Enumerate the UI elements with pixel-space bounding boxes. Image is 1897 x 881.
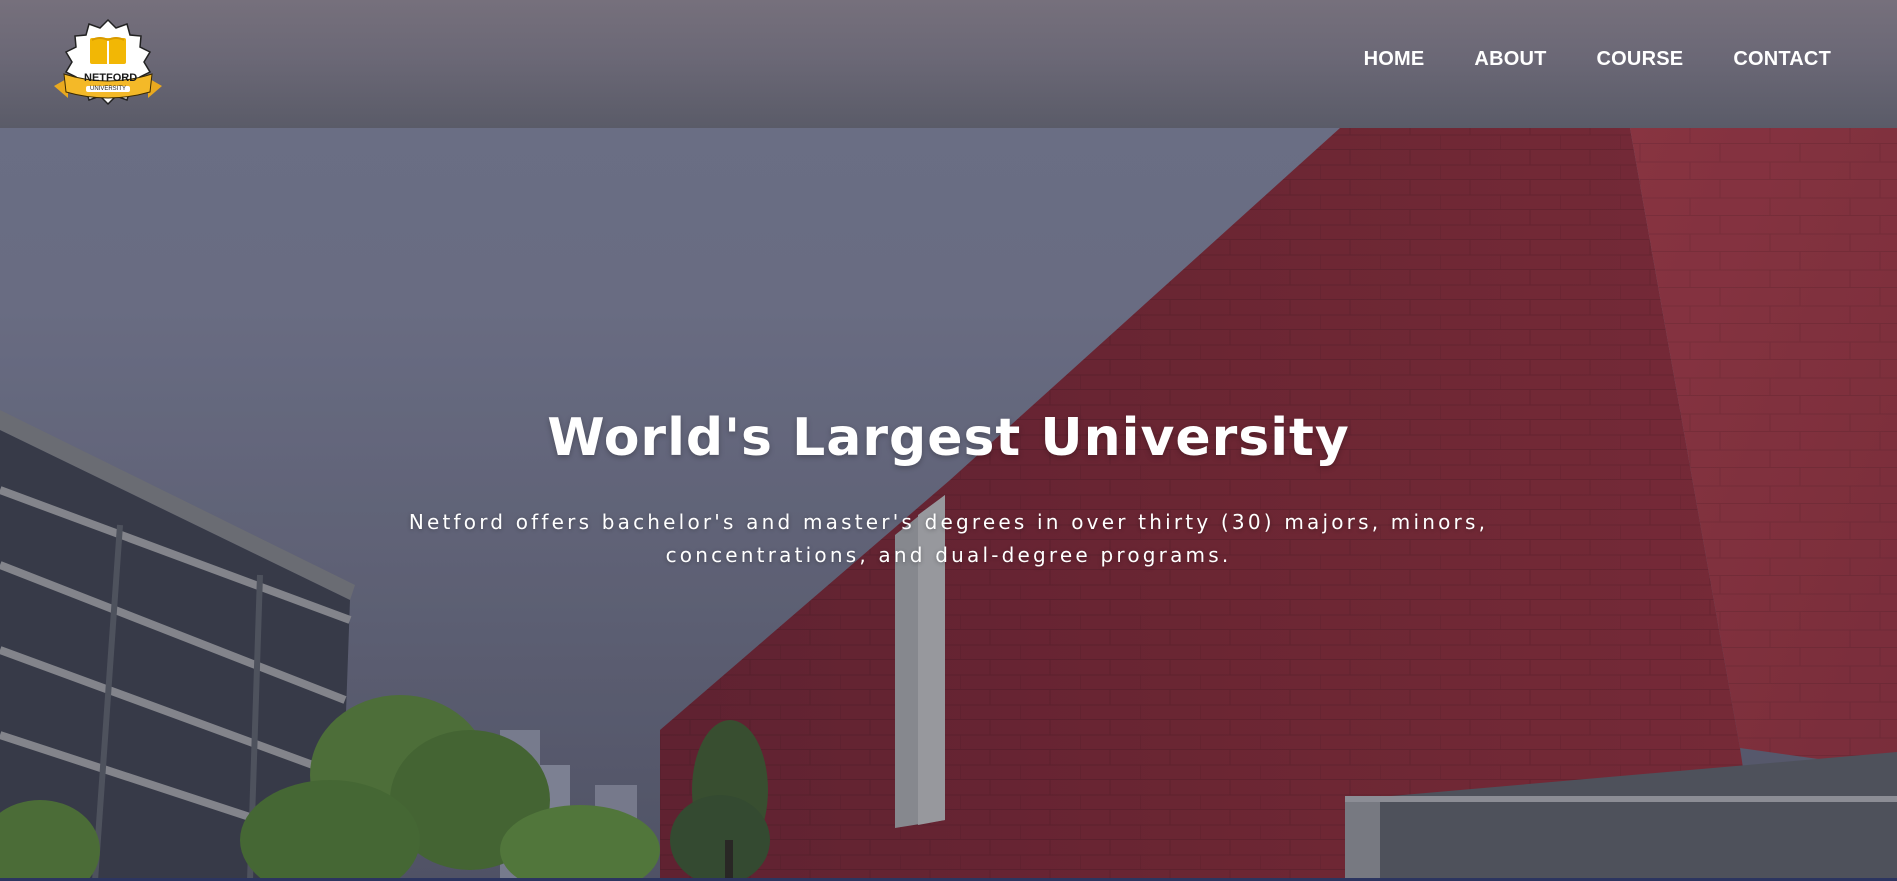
hero-title: World's Largest University [547, 408, 1350, 468]
nav-about-link[interactable]: ABOUT [1474, 48, 1546, 71]
netford-logo[interactable]: NETFORD UNIVERSITY [46, 18, 170, 110]
nav-contact-link[interactable]: CONTACT [1733, 48, 1831, 71]
main-nav: HOME ABOUT COURSE CONTACT [1364, 48, 1831, 71]
nav-home-link[interactable]: HOME [1364, 48, 1425, 71]
book-badge-icon [54, 18, 162, 106]
logo-name: NETFORD [84, 72, 138, 84]
logo-subtitle: UNIVERSITY [86, 86, 130, 92]
nav-course-link[interactable]: COURSE [1597, 48, 1684, 71]
hero-content: World's Largest University Netford offer… [0, 408, 1897, 572]
hero-section: NETFORD UNIVERSITY HOME ABOUT COURSE CON… [0, 0, 1897, 881]
hero-subtitle: Netford offers bachelor's and master's d… [408, 510, 1489, 567]
